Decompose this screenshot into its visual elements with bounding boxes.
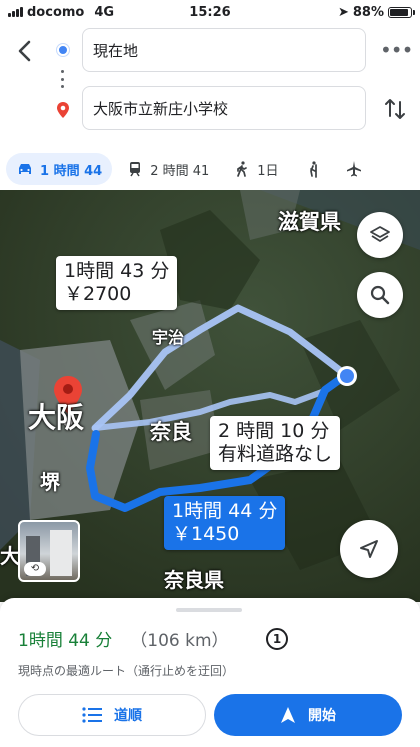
route-alt2-note: 有料道路なし bbox=[218, 443, 333, 465]
more-options-button[interactable]: ••• bbox=[380, 38, 413, 62]
map-view[interactable]: 滋賀県 宇治 大阪 奈良 堺 奈良県 大 1時間 43 分 ￥2700 2 時間… bbox=[0, 190, 420, 602]
route-note: 現時点の最適ルート（通行止めを迂回） bbox=[18, 664, 235, 678]
navigation-arrow-icon bbox=[360, 540, 378, 558]
battery-percent: 88% bbox=[352, 4, 384, 20]
map-label-nara-pref: 奈良県 bbox=[164, 568, 224, 592]
route-summary-sheet: 1時間 44 分 （106 km） 1 現時点の最適ルート（通行止めを迂回） 道… bbox=[0, 598, 420, 747]
location-arrow-icon: ➤ bbox=[337, 4, 349, 20]
start-button[interactable]: 開始 bbox=[214, 694, 402, 736]
signal-icon bbox=[8, 7, 23, 17]
route-selected-cost: ￥1450 bbox=[172, 523, 240, 545]
origin-input[interactable]: 現在地 bbox=[82, 28, 366, 72]
flight-icon bbox=[346, 161, 361, 177]
train-icon bbox=[130, 162, 141, 177]
search-icon bbox=[370, 285, 390, 305]
layers-button[interactable] bbox=[357, 212, 403, 258]
route-connector-icon bbox=[61, 70, 65, 88]
tab-drive-label: 1 時間 44 bbox=[40, 163, 103, 179]
route-callout-alt1[interactable]: 1時間 43 分 ￥2700 bbox=[56, 256, 178, 310]
back-button[interactable] bbox=[10, 36, 40, 66]
route-callout-selected[interactable]: 1時間 44 分 ￥1450 bbox=[164, 496, 286, 550]
swap-icon[interactable] bbox=[382, 96, 408, 122]
map-label-shiga: 滋賀県 bbox=[278, 210, 341, 234]
travel-mode-tabs: 1 時間 44 2 時間 41 1日 bbox=[0, 148, 420, 190]
sheet-grabber[interactable] bbox=[176, 608, 242, 612]
route-alt2-time: 2 時間 10 分 bbox=[218, 420, 330, 442]
street-view-rotate-icon: ⟲ bbox=[24, 562, 46, 576]
map-label-sakai: 堺 bbox=[40, 470, 60, 494]
map-label-nara: 奈良 bbox=[150, 420, 192, 444]
info-badge-icon[interactable]: 1 bbox=[266, 628, 288, 650]
street-view-thumbnail[interactable]: ⟲ bbox=[18, 520, 80, 582]
map-label-osaka: 大阪 bbox=[28, 401, 85, 434]
tab-ride[interactable] bbox=[293, 153, 331, 185]
navigation-start-icon bbox=[281, 707, 295, 723]
my-location-button[interactable] bbox=[340, 520, 398, 578]
search-along-route-button[interactable] bbox=[357, 272, 403, 318]
steps-button-label: 道順 bbox=[114, 708, 142, 724]
start-button-label: 開始 bbox=[308, 708, 336, 724]
route-selected-time: 1時間 44 分 bbox=[172, 500, 278, 522]
ride-icon bbox=[309, 161, 317, 178]
directions-header: 現在地 大阪市立新庄小学校 ••• bbox=[0, 24, 420, 148]
tab-transit[interactable]: 2 時間 41 bbox=[116, 153, 219, 185]
list-icon bbox=[82, 707, 102, 723]
route-duration: 1時間 44 分 bbox=[18, 631, 113, 651]
network-label: 4G bbox=[94, 4, 115, 20]
origin-dot-icon bbox=[57, 44, 69, 56]
map-label-partial: 大 bbox=[0, 544, 20, 568]
back-arrow-icon bbox=[18, 40, 31, 62]
clock: 15:26 bbox=[189, 4, 231, 20]
destination-pin-icon bbox=[57, 102, 69, 118]
tab-drive[interactable]: 1 時間 44 bbox=[6, 153, 113, 185]
steps-button[interactable]: 道順 bbox=[18, 694, 206, 736]
route-distance: （106 km） bbox=[130, 631, 229, 651]
map-label-uji: 宇治 bbox=[152, 328, 185, 347]
tab-transit-label: 2 時間 41 bbox=[150, 163, 210, 179]
route-alt1-time: 1時間 43 分 bbox=[64, 260, 170, 282]
tab-walk-label: 1日 bbox=[257, 163, 279, 179]
layers-icon bbox=[370, 226, 390, 242]
destination-input[interactable]: 大阪市立新庄小学校 bbox=[82, 86, 366, 130]
tab-flight[interactable] bbox=[335, 153, 373, 185]
status-bar: docomo 4G 15:26 ➤ 88% bbox=[0, 0, 420, 24]
car-icon bbox=[19, 164, 31, 174]
route-alt1-cost: ￥2700 bbox=[64, 283, 132, 305]
tab-walk[interactable]: 1日 bbox=[223, 153, 288, 185]
walk-icon bbox=[237, 161, 248, 177]
route-callout-alt2[interactable]: 2 時間 10 分 有料道路なし bbox=[210, 416, 341, 470]
battery-icon bbox=[388, 6, 415, 18]
route-summary: 1時間 44 分 （106 km） bbox=[18, 626, 229, 651]
carrier-label: docomo bbox=[27, 4, 85, 20]
